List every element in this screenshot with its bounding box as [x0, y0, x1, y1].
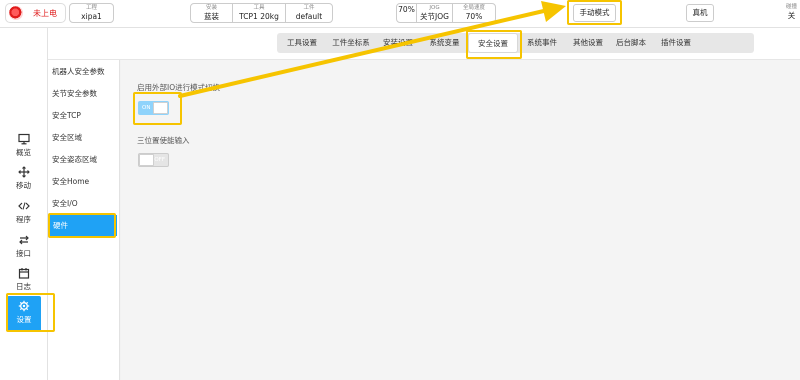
install-value: 蓝装	[204, 11, 219, 21]
monitor-icon	[17, 133, 30, 145]
nav-overview[interactable]: 概览	[0, 129, 47, 163]
tool-label: 工具	[253, 5, 265, 11]
calendar-icon	[18, 268, 29, 279]
tab-plugin-settings[interactable]: 插件设置	[652, 33, 700, 53]
toggle-knob	[153, 102, 168, 114]
subnav-safety-tcp[interactable]: 安全TCP	[48, 105, 119, 127]
external-io-mode-switch-toggle[interactable]: ON	[138, 101, 169, 115]
jog-speed-cell: 70%	[397, 4, 417, 22]
install-cell: 安装 蓝装	[191, 4, 233, 22]
global-speed-label: 全局速度	[462, 5, 485, 11]
manual-mode-button[interactable]: 手动模式	[573, 4, 616, 22]
three-position-enable-toggle[interactable]: OFF	[138, 153, 169, 167]
tab-background-scripts[interactable]: 后台脚本	[610, 33, 652, 53]
install-label: 安装	[205, 5, 217, 11]
external-io-toggle-state: ON	[142, 105, 151, 111]
nav-settings-label: 设置	[16, 315, 32, 324]
jog-speed-group[interactable]: 70% JOG 关节JOG 全局速度 70%	[396, 3, 496, 23]
subnav-joint-safety-params[interactable]: 关节安全参数	[48, 83, 119, 105]
global-speed-cell: 全局速度 70%	[453, 4, 495, 22]
tool-cell: 工具 TCP1 20kg	[233, 4, 286, 22]
tab-system-variables[interactable]: 系统变量	[421, 33, 468, 53]
subnav-safety-pose-zone[interactable]: 安全姿态区域	[48, 149, 119, 171]
nav-interface[interactable]: 接口	[0, 230, 47, 264]
tab-system-events[interactable]: 系统事件	[518, 33, 566, 53]
jog-label: JOG	[429, 5, 440, 11]
nav-overview-label: 概览	[16, 148, 31, 157]
safety-sub-nav: 机器人安全参数 关节安全参数 安全TCP 安全区域 安全姿态区域 安全Home …	[48, 60, 120, 380]
collision-value: 关	[787, 10, 796, 20]
workpiece-label: 工件	[303, 5, 315, 11]
power-button[interactable]: 未上电	[5, 3, 66, 23]
nav-settings[interactable]: 设置	[7, 296, 41, 332]
jog-mode-value: 关节JOG	[420, 11, 449, 21]
external-io-mode-switch-label: 启用外部IO进行模式切换	[137, 83, 221, 92]
tab-workpiece-frame[interactable]: 工件坐标系	[327, 33, 375, 53]
nav-interface-label: 接口	[16, 249, 31, 258]
power-status-icon	[9, 6, 23, 20]
subnav-safety-zone[interactable]: 安全区域	[48, 127, 119, 149]
left-nav: 概览 移动 程序 接口 日志 设置	[0, 28, 48, 380]
tab-install-settings[interactable]: 安装设置	[375, 33, 421, 53]
gear-icon	[18, 300, 30, 312]
nav-log-label: 日志	[16, 282, 31, 291]
three-position-toggle-state: OFF	[154, 157, 165, 163]
subnav-safety-io[interactable]: 安全I/O	[48, 193, 119, 215]
workpiece-cell: 工件 default	[286, 4, 332, 22]
nav-program-label: 程序	[16, 215, 31, 224]
subnav-safety-home[interactable]: 安全Home	[48, 171, 119, 193]
tab-group: 工具设置 工件坐标系 安装设置 系统变量 安全设置 系统事件 其他设置 后台脚本…	[277, 33, 754, 53]
settings-tab-bar: 工具设置 工件坐标系 安装设置 系统变量 安全设置 系统事件 其他设置 后台脚本…	[48, 28, 800, 60]
jog-cell: JOG 关节JOG	[417, 4, 453, 22]
move-icon	[17, 166, 30, 178]
nav-log[interactable]: 日志	[0, 263, 47, 297]
subnav-hardware[interactable]: 硬件	[50, 215, 117, 236]
hardware-settings-panel: 启用外部IO进行模式切换 ON 三位置使能输入 OFF	[121, 60, 800, 380]
collision-indicator: 碰撞 关	[786, 3, 797, 19]
global-speed-value: 70%	[465, 11, 483, 21]
real-machine-button[interactable]: 真机	[686, 4, 714, 22]
install-tool-workpiece-group[interactable]: 安装 蓝装 工具 TCP1 20kg 工件 default	[190, 3, 333, 23]
nav-move-label: 移动	[16, 181, 31, 190]
three-position-enable-label: 三位置使能输入	[137, 136, 190, 145]
jog-speed-value: 70%	[398, 5, 415, 14]
project-selector[interactable]: 工程 xipa1	[69, 3, 114, 23]
toggle-knob	[139, 154, 154, 166]
swap-icon	[18, 235, 29, 245]
nav-move[interactable]: 移动	[0, 162, 47, 196]
subnav-robot-safety-params[interactable]: 机器人安全参数	[48, 61, 119, 83]
power-status-label: 未上电	[33, 8, 57, 18]
tab-other-settings[interactable]: 其他设置	[566, 33, 610, 53]
project-value: xipa1	[81, 11, 102, 21]
collision-label: 碰撞	[785, 4, 797, 10]
tab-safety-settings[interactable]: 安全设置	[468, 33, 518, 53]
code-icon	[17, 202, 30, 210]
top-bar: 未上电 工程 xipa1 安装 蓝装 工具 TCP1 20kg 工件 defau…	[0, 0, 800, 28]
project-label: 工程	[85, 5, 97, 11]
tab-tool-settings[interactable]: 工具设置	[277, 33, 327, 53]
tool-value: TCP1 20kg	[239, 11, 279, 21]
workpiece-value: default	[295, 11, 323, 21]
nav-program[interactable]: 程序	[0, 196, 47, 230]
